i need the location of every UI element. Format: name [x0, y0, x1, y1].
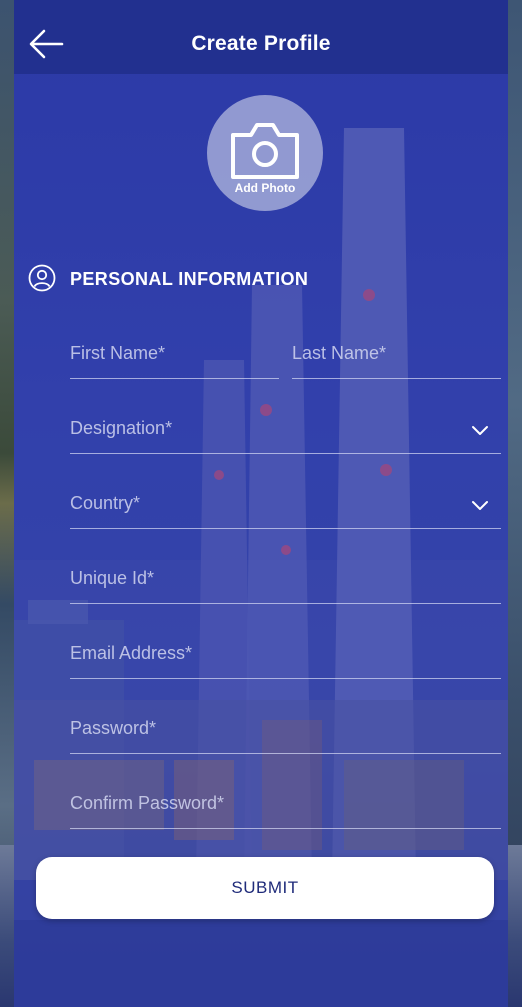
password-placeholder: Password* — [70, 718, 157, 738]
add-photo-label: Add Photo — [234, 181, 296, 195]
country-dropdown[interactable]: Country* — [70, 485, 501, 529]
designation-dropdown[interactable]: Designation* — [70, 410, 501, 454]
camera-icon — [231, 123, 299, 179]
first-name-field[interactable]: First Name* — [70, 335, 279, 379]
country-placeholder: Country* — [70, 493, 141, 513]
chevron-down-icon — [472, 426, 488, 435]
email-underline — [70, 678, 501, 679]
page-title: Create Profile — [191, 32, 331, 55]
confirm-password-placeholder: Confirm Password* — [70, 793, 225, 813]
email-field[interactable]: Email Address* — [70, 635, 501, 679]
user-circle-icon — [28, 264, 56, 292]
personal-information-section: PERSONAL INFORMATION — [28, 262, 508, 294]
confirm-password-field[interactable]: Confirm Password* — [70, 785, 501, 829]
section-title: PERSONAL INFORMATION — [70, 269, 309, 289]
first-name-underline — [70, 378, 279, 379]
last-name-field[interactable]: Last Name* — [292, 335, 501, 379]
submit-button[interactable]: SUBMIT — [36, 857, 494, 919]
confirm-password-underline — [70, 828, 501, 829]
password-field[interactable]: Password* — [70, 710, 501, 754]
unique-id-field[interactable]: Unique Id* — [70, 560, 501, 604]
first-name-placeholder: First Name* — [70, 343, 166, 363]
designation-underline — [70, 453, 501, 454]
last-name-placeholder: Last Name* — [292, 343, 387, 363]
password-underline — [70, 753, 501, 754]
unique-id-placeholder: Unique Id* — [70, 568, 155, 588]
unique-id-underline — [70, 603, 501, 604]
chevron-down-icon — [472, 501, 488, 510]
last-name-underline — [292, 378, 501, 379]
create-profile-screen: Create Profile Add Photo PERSONAL INFORM… — [14, 0, 508, 1007]
country-underline — [70, 528, 501, 529]
add-photo-button[interactable]: Add Photo — [207, 95, 323, 211]
app-header: Create Profile — [14, 0, 508, 74]
designation-placeholder: Designation* — [70, 418, 173, 438]
email-placeholder: Email Address* — [70, 643, 193, 663]
